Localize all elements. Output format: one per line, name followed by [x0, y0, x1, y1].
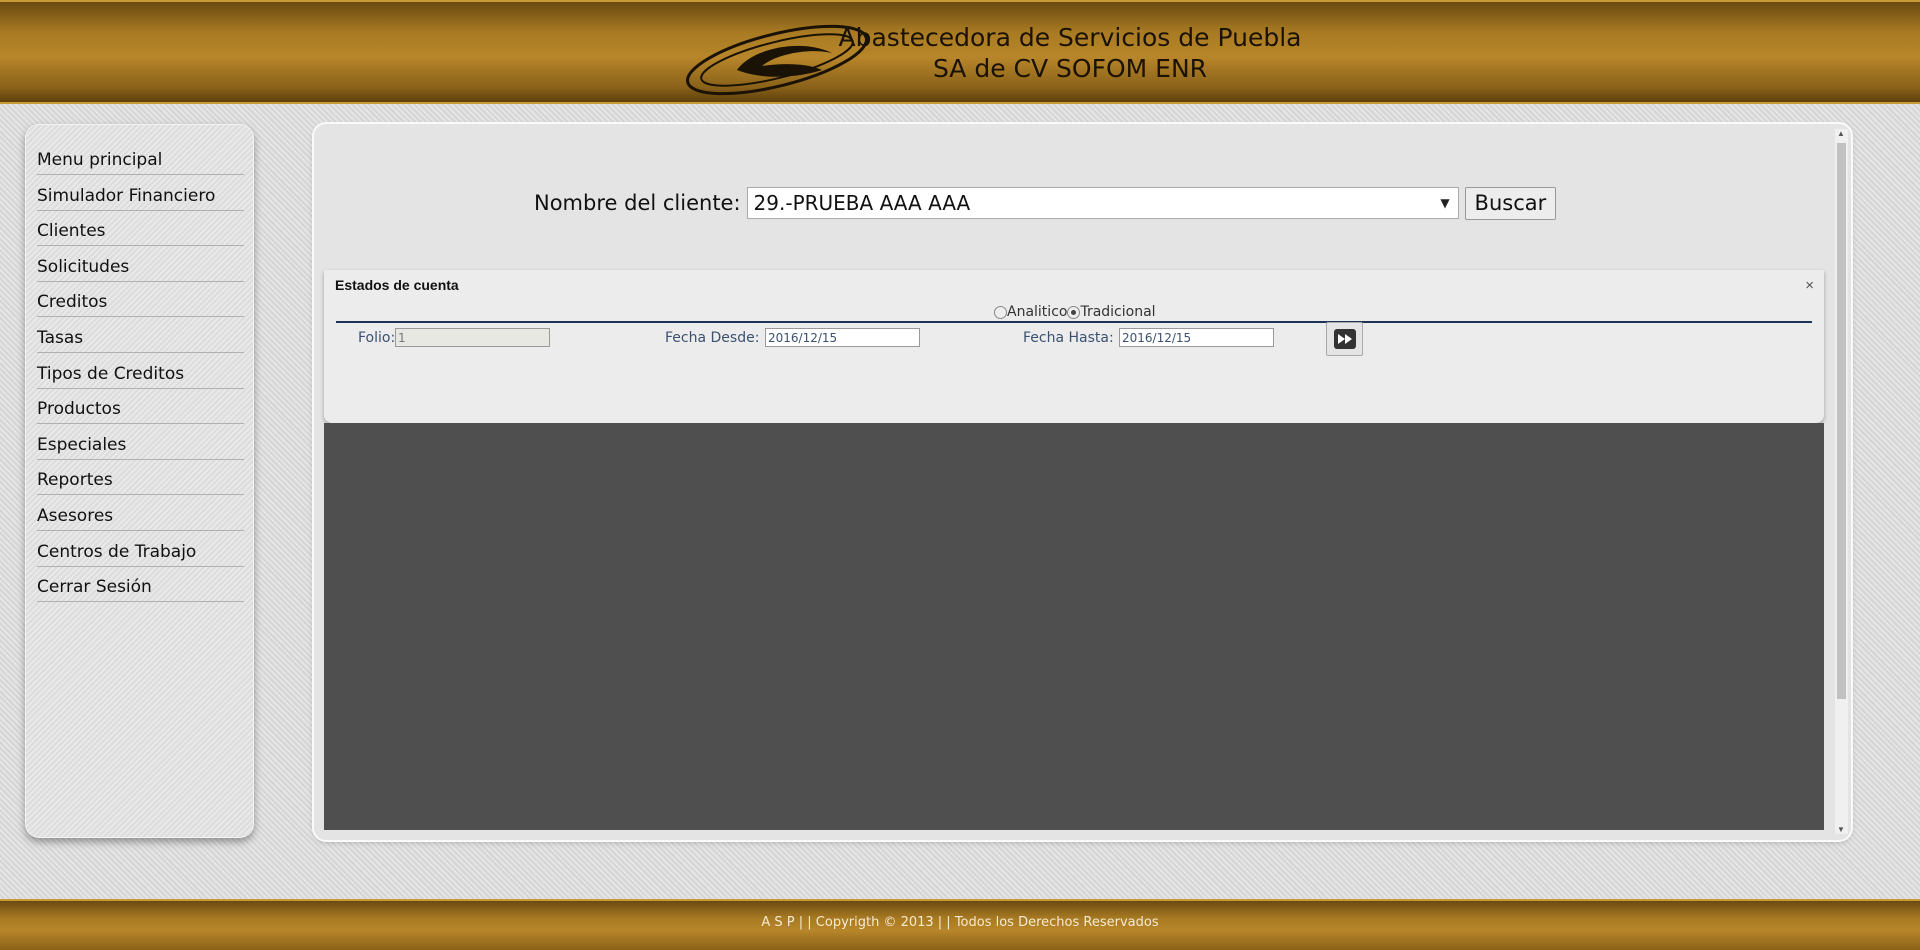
close-icon[interactable]: ×: [1805, 277, 1814, 294]
sidebar-item-cerrar-sesion[interactable]: Cerrar Sesión: [37, 567, 244, 603]
client-search-row: Nombre del cliente: 29.-PRUEBA AAA AAA ▼…: [534, 185, 1557, 221]
divider: [336, 321, 1812, 323]
header-banner: Abastecedora de Servicios de Puebla SA d…: [0, 0, 1920, 104]
client-select[interactable]: 29.-PRUEBA AAA AAA ▼: [746, 187, 1459, 219]
sidebar-item-menu-principal[interactable]: Menu principal: [37, 140, 244, 175]
fecha-desde-field[interactable]: 2016/12/15: [765, 328, 920, 347]
fast-forward-icon: [1333, 329, 1356, 349]
menu-list: Menu principal Simulador Financiero Clie…: [25, 124, 254, 603]
radio-tradicional-label: Tradicional: [1080, 304, 1156, 320]
vertical-scrollbar[interactable]: ▲ ▼: [1835, 129, 1848, 834]
sidebar-item-reportes[interactable]: Reportes: [37, 460, 244, 496]
radio-tradicional[interactable]: [1067, 305, 1081, 319]
radio-analitico[interactable]: [994, 305, 1007, 319]
scroll-down-icon[interactable]: ▼: [1837, 825, 1845, 834]
sidebar-item-tipos-de-creditos[interactable]: Tipos de Creditos: [37, 354, 244, 389]
main-content-panel: Nombre del cliente: 29.-PRUEBA AAA AAA ▼…: [314, 124, 1851, 840]
header-title: Abastecedora de Servicios de Puebla SA d…: [830, 22, 1310, 84]
sidebar-item-asesores[interactable]: Asesores: [37, 496, 244, 531]
sidebar-item-productos[interactable]: Productos: [37, 389, 244, 425]
estados-de-cuenta-dialog: Estados de cuenta × Analitico Tradiciona…: [324, 270, 1824, 423]
client-select-value: 29.-PRUEBA AAA AAA: [753, 191, 971, 215]
sidebar-menu: Menu principal Simulador Financiero Clie…: [25, 124, 254, 838]
dropdown-arrow-icon: ▼: [1440, 196, 1450, 210]
client-name-label: Nombre del cliente:: [534, 191, 741, 215]
sidebar-item-clientes[interactable]: Clientes: [37, 211, 244, 247]
sidebar-item-especiales[interactable]: Especiales: [37, 425, 244, 460]
report-type-radio-group: Analitico Tradicional: [994, 304, 1156, 320]
footer: A S P | | Copyrigth © 2013 | | Todos los…: [0, 899, 1920, 950]
fecha-hasta-label: Fecha Hasta:: [1023, 330, 1114, 346]
modal-overlay: [324, 423, 1824, 830]
sidebar-item-creditos[interactable]: Creditos: [37, 282, 244, 318]
dialog-title: Estados de cuenta: [335, 277, 459, 293]
sidebar-item-tasas[interactable]: Tasas: [37, 318, 244, 353]
generate-report-button[interactable]: [1326, 322, 1363, 356]
folio-label: Folio:: [358, 330, 396, 346]
header-title-line1: Abastecedora de Servicios de Puebla: [838, 23, 1302, 52]
radio-analitico-label: Analitico: [1007, 304, 1068, 320]
sidebar-item-solicitudes[interactable]: Solicitudes: [37, 247, 244, 282]
fecha-hasta-field[interactable]: 2016/12/15: [1119, 328, 1274, 347]
fecha-desde-label: Fecha Desde:: [665, 330, 760, 346]
folio-field: 1: [395, 328, 550, 347]
buscar-button[interactable]: Buscar: [1464, 186, 1557, 220]
sidebar-item-simulador-financiero[interactable]: Simulador Financiero: [37, 176, 244, 211]
scroll-up-icon[interactable]: ▲: [1837, 129, 1845, 138]
sidebar-item-centros-de-trabajo[interactable]: Centros de Trabajo: [37, 532, 244, 567]
scroll-thumb[interactable]: [1837, 143, 1846, 699]
header-title-line2: SA de CV SOFOM ENR: [932, 54, 1208, 83]
footer-copyright: A S P | | Copyrigth © 2013 | | Todos los…: [761, 915, 1159, 930]
